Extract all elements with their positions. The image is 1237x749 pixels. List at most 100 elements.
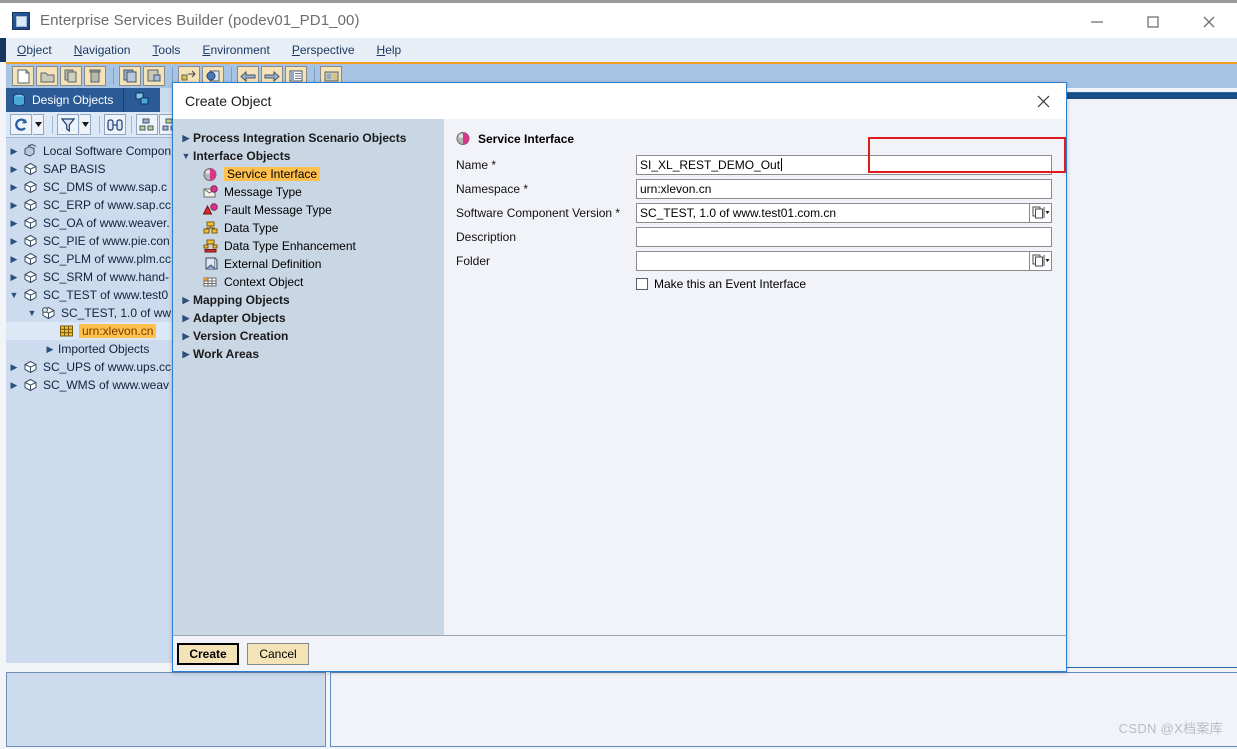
swcv-icon [22, 360, 39, 375]
namespace-input-value: urn:xlevon.cn [640, 181, 712, 196]
chevron-right-icon[interactable]: ▶ [6, 146, 22, 157]
sort-descending-icon[interactable] [136, 114, 158, 135]
namespace-input[interactable]: urn:xlevon.cn [636, 178, 1052, 199]
tree-group-label: Adapter Objects [193, 311, 286, 325]
field-row-name: Name * SI_XL_REST_DEMO_Out [456, 154, 1052, 175]
chevron-down-icon[interactable]: ▼ [179, 151, 193, 161]
menu-item-tools[interactable]: Tools [141, 43, 191, 57]
chevron-right-icon[interactable]: ▶ [6, 200, 22, 211]
menu-item-help[interactable]: Help [366, 43, 413, 57]
tree-group-interface-objects[interactable]: ▼ Interface Objects [179, 147, 444, 165]
field-input-wrap: SI_XL_REST_DEMO_Out [636, 154, 1052, 175]
description-input[interactable] [636, 226, 1052, 247]
swcv-icon [22, 270, 39, 285]
menu-item-environment[interactable]: Environment [191, 43, 280, 57]
message-type-icon [201, 185, 219, 200]
toolbar-separator [113, 67, 114, 85]
configuration-objects-icon [135, 92, 150, 109]
tree-item-data-type-enhancement[interactable]: Data Type Enhancement [179, 237, 444, 255]
form-header: Service Interface [456, 131, 1052, 147]
chevron-right-icon[interactable]: ▶ [6, 254, 22, 265]
filter-icon[interactable] [57, 114, 79, 135]
menu-item-object[interactable]: Object [6, 43, 63, 57]
tree-item-external-definition[interactable]: External Definition [179, 255, 444, 273]
minimize-icon[interactable] [1069, 3, 1125, 41]
create-button[interactable]: Create [177, 642, 239, 665]
tree-row-label: SC_WMS of www.weav [43, 378, 170, 392]
event-interface-checkbox[interactable] [636, 278, 648, 290]
tree-group-process-integration-scenario-objects[interactable]: ▶ Process Integration Scenario Objects [179, 129, 444, 147]
chevron-right-icon[interactable]: ▶ [6, 380, 22, 391]
swcv-icon [22, 180, 39, 195]
menu-item-perspective[interactable]: Perspective [281, 43, 366, 57]
chevron-right-icon[interactable]: ▶ [42, 344, 58, 355]
tree-row-label: SC_DMS of www.sap.c [43, 180, 168, 194]
folder-input[interactable] [636, 250, 1030, 271]
close-icon[interactable] [1181, 3, 1237, 41]
chevron-down-icon[interactable]: ▼ [6, 290, 22, 300]
folder-value-help-icon[interactable] [1030, 250, 1052, 271]
tree-group-adapter-objects[interactable]: ▶ Adapter Objects [179, 309, 444, 327]
software-component-version-value-help-icon[interactable] [1030, 202, 1052, 223]
swcv-icon [22, 162, 39, 177]
tree-group-work-areas[interactable]: ▶ Work Areas [179, 345, 444, 363]
tree-item-context-object[interactable]: Context Object [179, 273, 444, 291]
tree-group-version-creation[interactable]: ▶ Version Creation [179, 327, 444, 345]
chevron-right-icon[interactable]: ▶ [6, 272, 22, 283]
dialog-title-bar: Create Object [173, 83, 1066, 119]
tree-item-data-type[interactable]: Data Type [179, 219, 444, 237]
copy-icon[interactable] [60, 66, 82, 86]
filter-dropdown-caret-icon[interactable] [80, 114, 91, 135]
tree-group-label: Process Integration Scenario Objects [193, 131, 407, 145]
dialog-close-icon[interactable] [1028, 89, 1058, 113]
check-objects-icon[interactable] [143, 66, 165, 86]
delete-trash-icon[interactable] [84, 66, 106, 86]
tree-item-message-type[interactable]: Message Type [179, 183, 444, 201]
chevron-right-icon[interactable]: ▶ [6, 236, 22, 247]
chevron-right-icon[interactable]: ▶ [6, 362, 22, 373]
refresh-dropdown-caret-icon[interactable] [33, 114, 44, 135]
application-window: Enterprise Services Builder (podev01_PD1… [0, 0, 1237, 749]
field-row-description: Description [456, 226, 1052, 247]
chevron-right-icon[interactable]: ▶ [179, 331, 193, 342]
software-component-version-input[interactable]: SC_TEST, 1.0 of www.test01.com.cn [636, 202, 1030, 223]
external-definition-icon [201, 257, 219, 272]
swcv-icon [22, 288, 39, 303]
chevron-right-icon[interactable]: ▶ [179, 349, 193, 360]
design-objects-icon [12, 93, 26, 107]
sap-cube-icon [12, 11, 30, 30]
event-interface-checkbox-row[interactable]: Make this an Event Interface [636, 277, 1052, 291]
chevron-right-icon[interactable]: ▶ [179, 295, 193, 306]
chevron-down-icon[interactable]: ▼ [24, 308, 40, 318]
field-label-software-component-version: Software Component Version * [456, 206, 636, 220]
new-icon[interactable] [12, 66, 34, 86]
chevron-right-icon[interactable]: ▶ [179, 313, 193, 324]
swcv-icon [22, 234, 39, 249]
tree-group-mapping-objects[interactable]: ▶ Mapping Objects [179, 291, 444, 309]
maximize-icon[interactable] [1125, 3, 1181, 41]
field-label-folder: Folder [456, 254, 636, 268]
open-folder-icon[interactable] [36, 66, 58, 86]
chevron-right-icon[interactable]: ▶ [6, 218, 22, 229]
object-type-tree[interactable]: ▶ Process Integration Scenario Objects ▼… [173, 119, 444, 637]
chevron-right-icon[interactable]: ▶ [179, 133, 193, 144]
create-object-dialog: Create Object ▶ Process Integration Scen… [172, 82, 1067, 672]
tree-item-fault-message-type[interactable]: Fault Message Type [179, 201, 444, 219]
tree-row-label: SAP BASIS [43, 162, 106, 176]
tab-design-objects[interactable]: Design Objects [6, 88, 125, 112]
chevron-right-icon[interactable]: ▶ [6, 182, 22, 193]
refresh-icon[interactable] [10, 114, 32, 135]
cancel-button[interactable]: Cancel [247, 642, 309, 665]
field-label-text: Software Component Version [456, 205, 613, 220]
tree-item-label: Service Interface [224, 167, 321, 181]
find-icon[interactable] [104, 114, 126, 135]
swcv-icon [22, 198, 39, 213]
save-all-icon[interactable] [119, 66, 141, 86]
tree-item-service-interface[interactable]: Service Interface [179, 165, 444, 183]
dialog-title: Create Object [185, 93, 272, 109]
chevron-right-icon[interactable]: ▶ [6, 164, 22, 175]
menu-item-navigation[interactable]: Navigation [63, 43, 142, 57]
name-input[interactable]: SI_XL_REST_DEMO_Out [636, 154, 1052, 175]
service-interface-icon [201, 167, 219, 182]
tab-configuration-objects[interactable] [124, 88, 161, 112]
